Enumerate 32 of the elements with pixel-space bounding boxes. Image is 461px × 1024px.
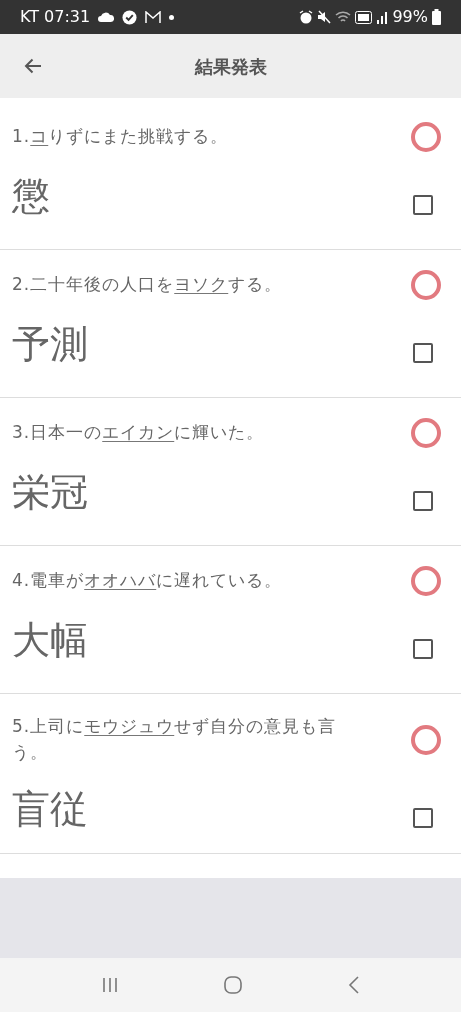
question-text: 2.二十年後の人口を ヨソクする。 [12, 273, 283, 297]
answer-text: 大幅 [12, 618, 88, 664]
question-text: 5.上司にモウジュウせず自分の意見も言う。 [12, 715, 338, 764]
hd-icon [355, 10, 373, 24]
question-text: 3.日本一のエイカンに輝いた。 [12, 421, 265, 445]
question-text: 1.コ りずにまた挑戦する。 [12, 125, 229, 149]
verified-icon [122, 9, 138, 25]
answer-text: 栄冠 [12, 470, 88, 516]
checkbox[interactable] [413, 194, 433, 215]
mail-icon [145, 10, 162, 24]
question-text: 4.電車がオオハバに遅れている。 [12, 569, 283, 593]
status-time: KT 07:31 [20, 6, 91, 28]
answer-text: 懲 [12, 174, 50, 220]
answer-text: 予測 [12, 322, 88, 368]
mute-icon [317, 10, 332, 24]
screen-title: 結果発表 [194, 55, 267, 77]
back-icon[interactable] [348, 975, 361, 994]
dot-icon [169, 14, 175, 20]
back-arrow-icon[interactable] [24, 58, 42, 74]
alarm-icon [299, 10, 314, 24]
answer-text: 盲従 [12, 787, 88, 833]
battery-icon [432, 9, 441, 25]
home-icon[interactable] [224, 975, 243, 994]
checkbox[interactable] [413, 638, 433, 659]
checkbox[interactable] [413, 807, 433, 828]
signal-icon [376, 10, 389, 24]
battery-percent: 99% [392, 6, 428, 28]
checkbox[interactable] [413, 490, 433, 511]
checkbox[interactable] [413, 342, 433, 363]
wifi-icon [335, 10, 352, 24]
cloud-icon [98, 12, 115, 22]
recent-apps-icon[interactable] [100, 976, 119, 993]
